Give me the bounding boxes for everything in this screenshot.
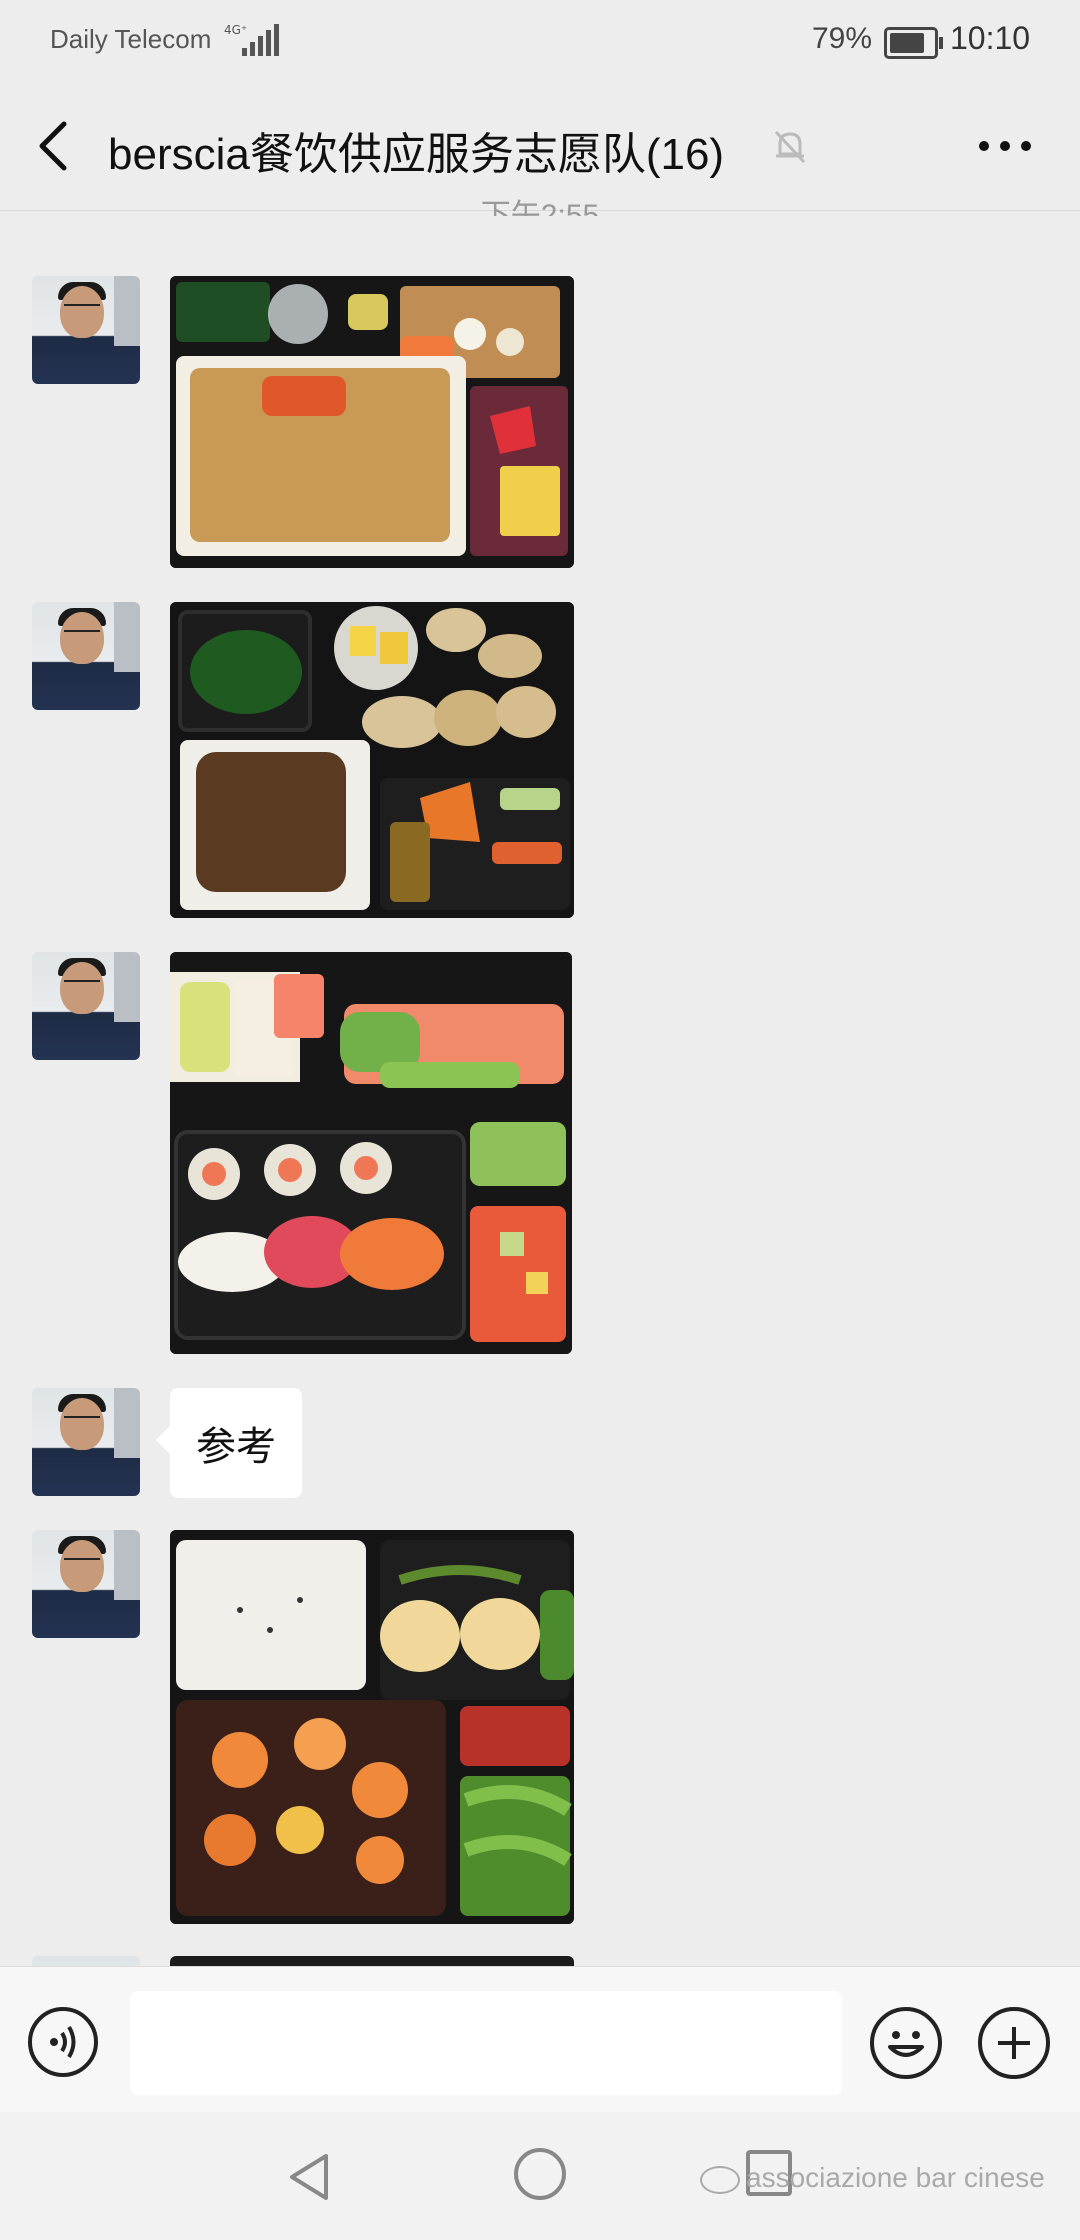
voice-button[interactable] <box>28 2007 98 2077</box>
bento-photo[interactable] <box>170 1530 574 1924</box>
bento-photo[interactable] <box>170 276 574 568</box>
status-bar: Daily Telecom 4G⁺ 79% 10:10 <box>0 0 1080 80</box>
bell-off-icon <box>770 126 810 171</box>
triangle-back-icon[interactable] <box>286 2152 334 2207</box>
avatar[interactable] <box>32 602 140 710</box>
message-item <box>0 952 1080 1356</box>
avatar[interactable] <box>32 1388 140 1496</box>
emoji-button[interactable] <box>870 2007 942 2079</box>
battery-icon <box>884 27 943 59</box>
avatar[interactable] <box>32 276 140 384</box>
plus-button[interactable] <box>978 2007 1050 2079</box>
voice-icon <box>50 2025 76 2059</box>
ellipsis-icon <box>979 141 1031 151</box>
bento-photo[interactable] <box>170 1956 574 1966</box>
message-item <box>0 602 1080 922</box>
avatar[interactable] <box>32 1530 140 1638</box>
message-item <box>0 1956 1080 1966</box>
battery-percentage: 79% <box>812 22 873 55</box>
message-list[interactable]: 参考 <box>0 212 1080 1966</box>
sushi-photo[interactable] <box>170 952 572 1354</box>
clock: 10:10 <box>950 20 1031 56</box>
message-item <box>0 1530 1080 1926</box>
emoji-icon <box>888 2031 924 2057</box>
wechat-icon <box>700 2165 740 2194</box>
text-bubble[interactable]: 参考 <box>156 1388 302 1498</box>
circle-home-icon[interactable] <box>514 2148 566 2200</box>
avatar[interactable] <box>32 952 140 1060</box>
more-options-button[interactable] <box>970 118 1040 174</box>
message-item <box>0 276 1080 572</box>
avatar[interactable] <box>32 1956 140 1966</box>
chevron-left-icon <box>39 121 67 171</box>
svg-text:4G⁺: 4G⁺ <box>224 23 247 37</box>
input-bar <box>0 1966 1080 2113</box>
carrier-name: Daily Telecom <box>50 24 212 54</box>
signal-icon: 4G⁺ <box>224 22 284 63</box>
watermark: associazione bar cinese <box>700 2162 1045 2194</box>
plus-icon <box>998 2027 1030 2059</box>
watermark-text: associazione bar cinese <box>746 2162 1045 2193</box>
back-button[interactable] <box>30 116 80 176</box>
bento-photo[interactable] <box>170 602 574 918</box>
chat-title: berscia餐饮供应服务志愿队(16) <box>108 130 725 179</box>
message-input[interactable] <box>130 1991 842 2095</box>
message-item: 参考 <box>0 1388 1080 1500</box>
